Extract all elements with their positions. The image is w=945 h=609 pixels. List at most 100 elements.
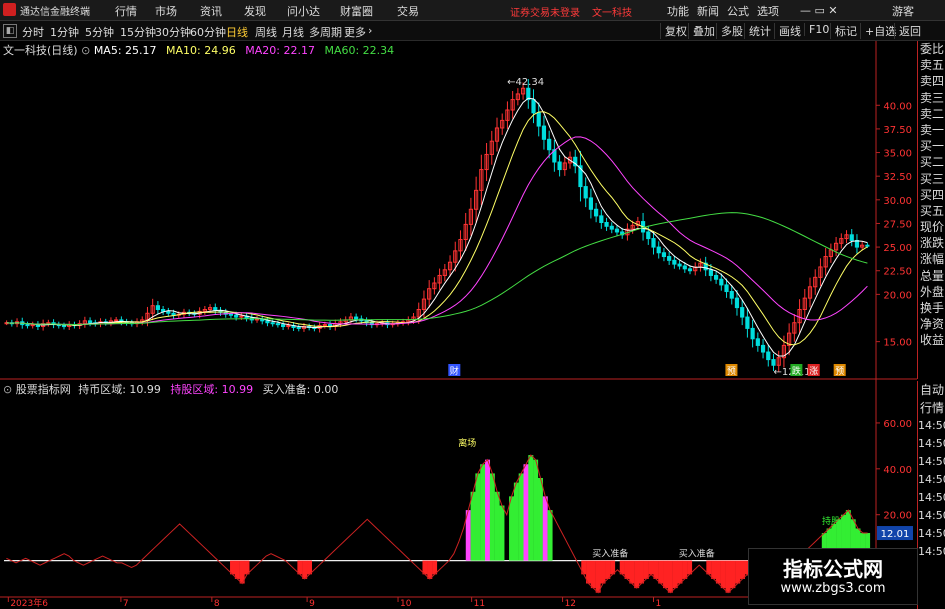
- ind-y-tick-label: 60.00: [883, 419, 912, 430]
- quote-item[interactable]: 卖二: [918, 106, 945, 122]
- quote-item[interactable]: 卖四: [918, 73, 945, 89]
- candle-body: [30, 324, 35, 327]
- candle-body: [719, 278, 724, 286]
- quote-item[interactable]: 买四: [918, 187, 945, 203]
- quote-item[interactable]: 买三: [918, 171, 945, 187]
- tick-item: 14:50: [918, 545, 945, 558]
- candle-body: [25, 324, 30, 327]
- candle-body: [734, 297, 740, 309]
- quote-item[interactable]: 换手: [918, 300, 945, 316]
- ind-y-tick-label: 20.00: [883, 511, 912, 522]
- candle-body: [661, 252, 667, 258]
- signal-bar: [711, 560, 717, 579]
- high-annotation: ←42.34: [507, 77, 544, 88]
- quote-item[interactable]: 净资: [918, 316, 945, 332]
- candle-body: [286, 325, 291, 328]
- x-tick-label: 1: [656, 599, 662, 609]
- signal-bar: [533, 459, 539, 561]
- candle-body: [724, 284, 729, 293]
- y-tick-label: 37.50: [883, 125, 912, 136]
- tick-item: 14:50: [918, 491, 945, 504]
- candle-body: [667, 256, 672, 261]
- quote-item[interactable]: 买一: [918, 138, 945, 154]
- quote-item[interactable]: 买五: [918, 203, 945, 219]
- y-tick-label: 40.00: [883, 101, 912, 112]
- signal-bar: [513, 482, 519, 561]
- signal-bar: [547, 510, 553, 561]
- quote-item[interactable]: 委比: [918, 41, 945, 57]
- quote-item[interactable]: 总量: [918, 268, 945, 284]
- signal-bar: [475, 473, 481, 561]
- candle-body: [155, 305, 160, 310]
- candle-body: [87, 320, 93, 324]
- quote-item[interactable]: 卖五: [918, 57, 945, 73]
- signal-bar: [634, 560, 640, 589]
- candle-body: [708, 269, 713, 276]
- signal-bar: [509, 496, 515, 561]
- candle-body: [322, 324, 327, 327]
- candle-body: [281, 324, 286, 328]
- candle-body: [547, 138, 552, 151]
- candle-body: [766, 351, 771, 361]
- signal-bar: [480, 464, 486, 561]
- candle-body: [672, 259, 677, 265]
- signal-bar: [677, 560, 683, 584]
- quote-item[interactable]: 现价: [918, 219, 945, 235]
- candle-body: [239, 315, 244, 318]
- candle-body: [541, 125, 547, 140]
- x-tick-label: 2023年6: [10, 597, 48, 609]
- y-tick-label: 25.00: [883, 243, 912, 254]
- tick-item: 14:50: [918, 455, 945, 468]
- signal-label: 持股: [822, 515, 840, 527]
- candle-body: [114, 319, 119, 322]
- y-tick-label: 27.50: [883, 219, 912, 230]
- candle-body: [594, 208, 599, 217]
- signal-bar: [735, 560, 741, 584]
- signal-bar: [542, 496, 548, 561]
- signal-bar: [499, 505, 505, 561]
- x-tick-label: 7: [123, 599, 129, 609]
- y-tick-label: 20.00: [883, 290, 912, 301]
- tick-item: 14:50: [918, 509, 945, 522]
- event-marker-label: 预: [727, 366, 736, 377]
- candle-body: [228, 313, 234, 316]
- tick-item: 14:50: [918, 437, 945, 450]
- event-marker-label: 预: [835, 366, 844, 377]
- candle-body: [588, 197, 593, 210]
- candle-body: [646, 231, 651, 240]
- candle-body: [687, 268, 693, 272]
- signal-bar: [682, 560, 688, 579]
- candle-body: [651, 238, 656, 248]
- x-tick-label: 8: [214, 599, 220, 609]
- quote-item[interactable]: 涨跌: [918, 235, 945, 251]
- x-tick-label: 9: [309, 599, 315, 609]
- signal-bar: [470, 491, 476, 561]
- signal-bar: [725, 560, 731, 593]
- signal-bar: [600, 560, 606, 584]
- quote-item[interactable]: 买二: [918, 154, 945, 170]
- signal-bar: [663, 560, 669, 589]
- quote-item[interactable]: 涨幅: [918, 251, 945, 267]
- tick-item[interactable]: 行情: [918, 399, 945, 417]
- event-marker-label: 跌: [792, 366, 801, 377]
- candle-body: [614, 228, 620, 233]
- signal-bar: [489, 473, 495, 561]
- site-watermark: 指标公式网 www.zbgs3.com: [748, 548, 918, 605]
- tick-item[interactable]: 自动: [918, 381, 945, 399]
- signal-bar: [624, 560, 630, 579]
- candle-body: [750, 327, 755, 340]
- event-marker-label: 财: [450, 365, 459, 377]
- ind-y-tick-label: 40.00: [883, 465, 912, 476]
- quote-item[interactable]: 卖一: [918, 122, 945, 138]
- y-tick-label: 15.00: [883, 338, 912, 349]
- quote-item[interactable]: 卖三: [918, 90, 945, 106]
- candle-body: [609, 225, 614, 230]
- quote-item[interactable]: 收益: [918, 332, 945, 348]
- quote-item[interactable]: 外盘: [918, 284, 945, 300]
- signal-label: 买入准备: [592, 548, 628, 560]
- candle-body: [865, 244, 870, 247]
- x-tick-label: 10: [400, 599, 412, 609]
- tick-item: 14:50: [918, 419, 945, 432]
- signal-bar: [667, 560, 673, 593]
- signal-bar: [537, 478, 543, 561]
